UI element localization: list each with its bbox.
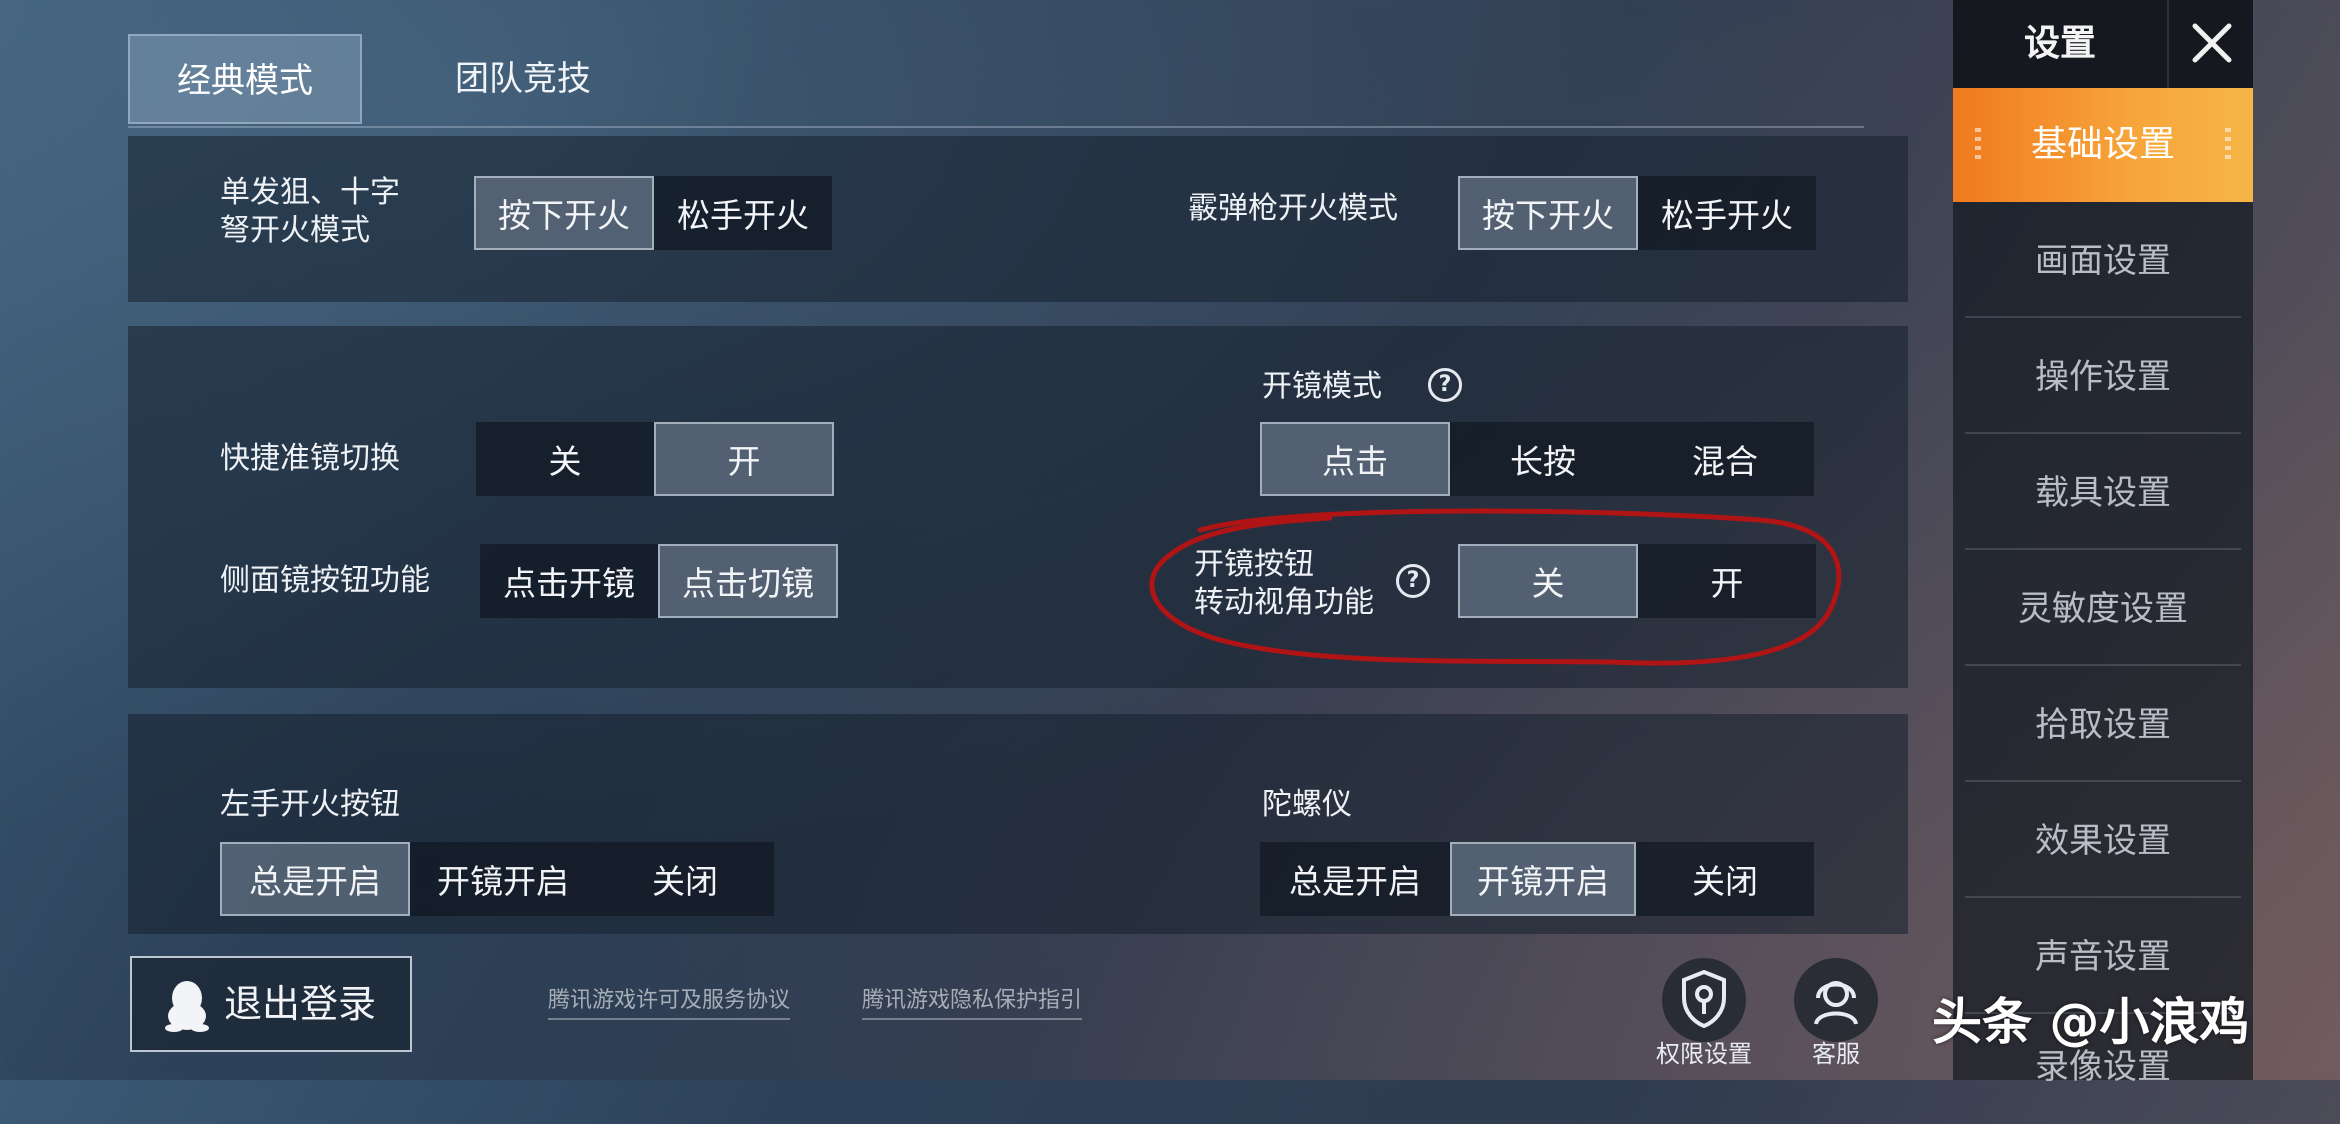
sidebar-item-pickup[interactable]: 拾取设置 bbox=[1965, 668, 2241, 782]
support-button[interactable]: 客服 bbox=[1788, 958, 1884, 1078]
shotgun-press-option[interactable]: 按下开火 bbox=[1458, 176, 1638, 250]
support-label: 客服 bbox=[1812, 1040, 1860, 1068]
quick-scope-toggle: 关 开 bbox=[476, 422, 834, 496]
permissions-button[interactable]: 权限设置 bbox=[1656, 958, 1752, 1078]
quick-scope-on-option[interactable]: 开 bbox=[654, 422, 834, 496]
qq-penguin-icon bbox=[165, 981, 209, 1032]
close-icon bbox=[2192, 23, 2232, 63]
fire-button-panel: 左手开火按钮 总是开启 开镜开启 关闭 陀螺仪 总是开启 开镜开启 关闭 bbox=[128, 714, 1908, 934]
gyro-toggle: 总是开启 开镜开启 关闭 bbox=[1260, 842, 1814, 916]
gyro-always-option[interactable]: 总是开启 bbox=[1260, 842, 1450, 916]
license-link[interactable]: 腾讯游戏许可及服务协议 bbox=[548, 982, 791, 1020]
shotgun-label: 霰弹枪开火模式 bbox=[1188, 191, 1398, 226]
left-fire-label: 左手开火按钮 bbox=[220, 787, 400, 822]
side-scope-switch-option[interactable]: 点击切镜 bbox=[658, 544, 838, 618]
mode-tabs: 经典模式 团队竞技 bbox=[128, 34, 1864, 128]
left-fire-always-option[interactable]: 总是开启 bbox=[220, 842, 410, 916]
headset-icon bbox=[1814, 981, 1858, 1025]
sidebar-item-sensitivity[interactable]: 灵敏度设置 bbox=[1965, 552, 2241, 666]
sidebar-item-controls[interactable]: 操作设置 bbox=[1965, 320, 2241, 434]
close-button[interactable] bbox=[2167, 0, 2253, 88]
shotgun-toggle: 按下开火 松手开火 bbox=[1458, 176, 1816, 250]
logout-label: 退出登录 bbox=[224, 982, 377, 1026]
side-scope-open-option[interactable]: 点击开镜 bbox=[480, 544, 658, 618]
scope-mode-mixed-option[interactable]: 混合 bbox=[1636, 422, 1814, 496]
shield-key-icon bbox=[1682, 970, 1726, 1028]
shotgun-release-option[interactable]: 松手开火 bbox=[1638, 176, 1816, 250]
scope-mode-label: 开镜模式 bbox=[1262, 369, 1382, 404]
sidebar-item-graphics[interactable]: 画面设置 bbox=[1965, 204, 2241, 318]
single-shot-toggle: 按下开火 松手开火 bbox=[474, 176, 832, 250]
left-fire-toggle: 总是开启 开镜开启 关闭 bbox=[220, 842, 774, 916]
single-shot-press-option[interactable]: 按下开火 bbox=[474, 176, 654, 250]
permissions-label: 权限设置 bbox=[1656, 1040, 1752, 1068]
single-shot-label: 单发狙、十字 弩开火模式 bbox=[220, 175, 400, 248]
scope-mode-hold-option[interactable]: 长按 bbox=[1450, 422, 1636, 496]
tab-classic[interactable]: 经典模式 bbox=[128, 34, 362, 124]
settings-sidebar: 设置 基础设置 画面设置 操作设置 载具设置 灵敏度设置 拾取设置 效果设置 声… bbox=[1953, 0, 2253, 1087]
grip-left-icon bbox=[1975, 128, 1981, 164]
sidebar-title: 设置 bbox=[1953, 0, 2167, 88]
gyro-label: 陀螺仪 bbox=[1262, 787, 1352, 822]
sidebar-item-basic[interactable]: 基础设置 bbox=[1953, 88, 2253, 202]
sidebar-item-basic-label: 基础设置 bbox=[2030, 124, 2175, 165]
scope-mode-toggle: 点击 长按 混合 bbox=[1260, 422, 1814, 496]
scope-mode-help-icon[interactable]: ? bbox=[1428, 368, 1462, 402]
gyro-scope-option[interactable]: 开镜开启 bbox=[1450, 842, 1636, 916]
logout-button[interactable]: 退出登录 bbox=[130, 956, 412, 1052]
grip-right-icon bbox=[2225, 128, 2231, 164]
side-scope-label: 侧面镜按钮功能 bbox=[220, 563, 430, 598]
quick-scope-label: 快捷准镜切换 bbox=[220, 441, 400, 476]
sidebar-item-vehicle[interactable]: 载具设置 bbox=[1965, 436, 2241, 550]
scope-mode-tap-option[interactable]: 点击 bbox=[1260, 422, 1450, 496]
watermark: 头条 @小浪鸡 bbox=[1932, 993, 2250, 1051]
annotation-circle bbox=[1149, 508, 1842, 666]
single-shot-release-option[interactable]: 松手开火 bbox=[654, 176, 832, 250]
side-scope-toggle: 点击开镜 点击切镜 bbox=[480, 544, 838, 618]
left-fire-scope-option[interactable]: 开镜开启 bbox=[410, 842, 596, 916]
sidebar-item-effects[interactable]: 效果设置 bbox=[1965, 784, 2241, 898]
privacy-link[interactable]: 腾讯游戏隐私保护指引 bbox=[862, 982, 1083, 1020]
left-fire-off-option[interactable]: 关闭 bbox=[596, 842, 774, 916]
gyro-off-option[interactable]: 关闭 bbox=[1636, 842, 1814, 916]
quick-scope-off-option[interactable]: 关 bbox=[476, 422, 654, 496]
tab-team[interactable]: 团队竞技 bbox=[408, 34, 638, 124]
fire-mode-panel: 单发狙、十字 弩开火模式 按下开火 松手开火 霰弹枪开火模式 按下开火 松手开火 bbox=[128, 136, 1908, 302]
